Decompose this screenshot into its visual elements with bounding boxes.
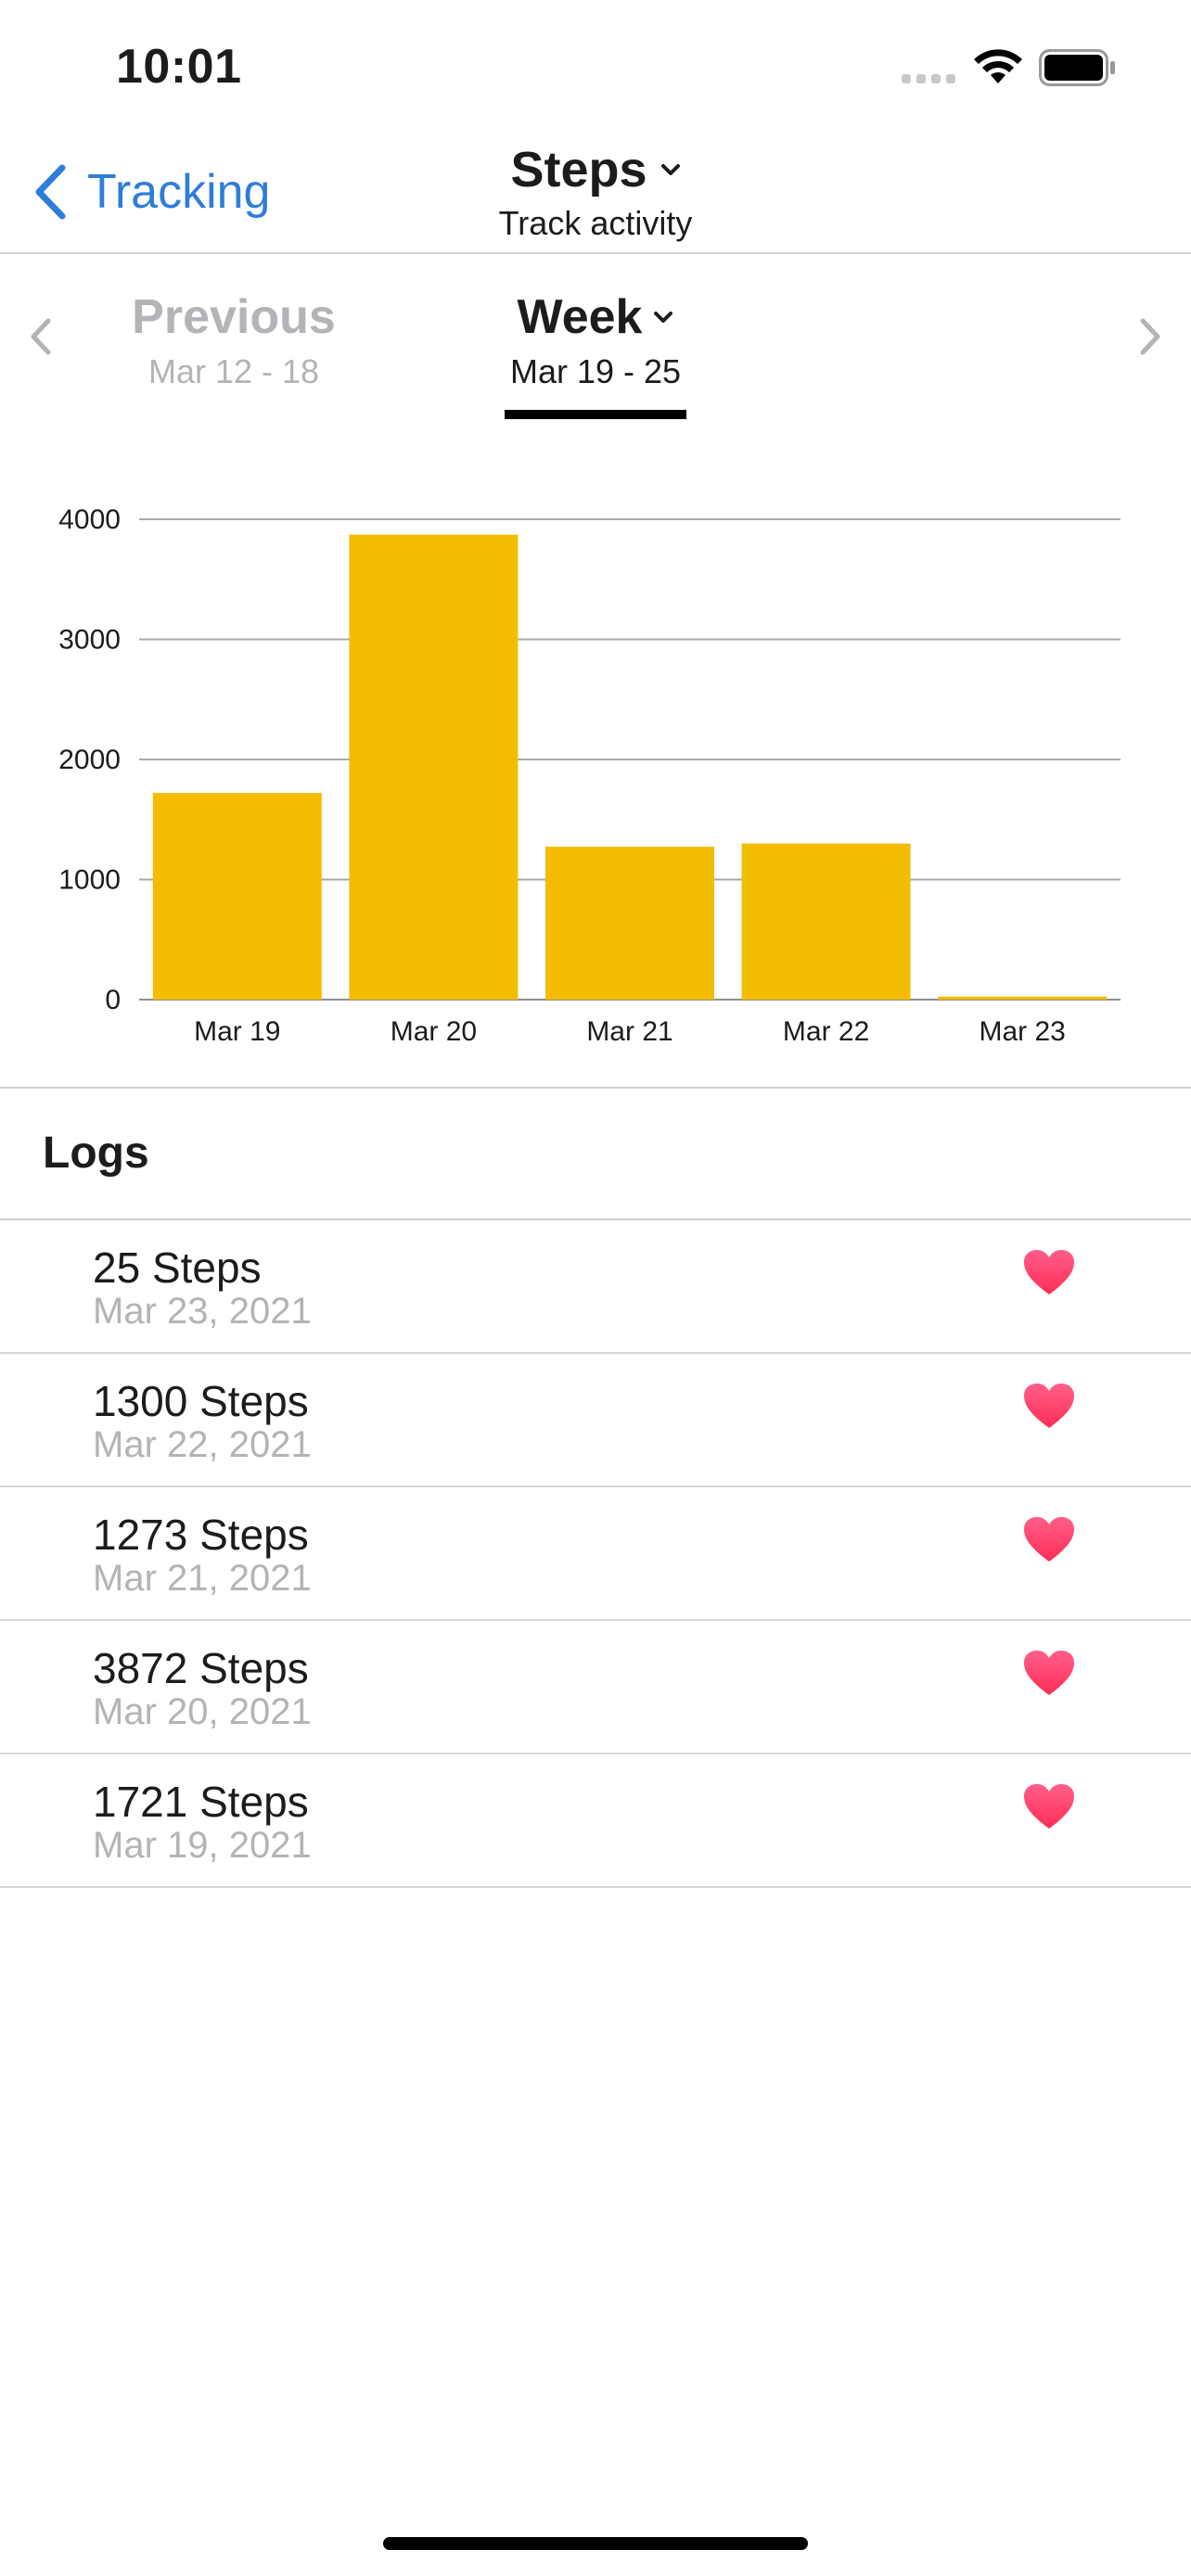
heart-icon — [1024, 1651, 1074, 1695]
y-tick-label: 4000 — [58, 504, 121, 535]
log-list: 25 Steps Mar 23, 2021 1300 Steps Mar 22,… — [0, 1220, 1191, 1888]
log-date: Mar 19, 2021 — [93, 1825, 312, 1866]
log-item[interactable]: 1300 Steps Mar 22, 2021 — [0, 1354, 1191, 1487]
previous-period-label: Previous — [132, 290, 336, 344]
bar — [938, 996, 1108, 1000]
log-item[interactable]: 1273 Steps Mar 21, 2021 — [0, 1487, 1191, 1621]
x-tick-label: Mar 21 — [586, 1016, 672, 1047]
log-date: Mar 23, 2021 — [93, 1291, 312, 1332]
nav-divider — [0, 252, 1191, 254]
steps-bar-chart: 0 1000 2000 3000 4000 Mar 19 Mar 20 Mar 21 Mar 2… — [58, 504, 1121, 1047]
heart-icon — [1024, 1784, 1074, 1829]
logs-header: Logs — [43, 1129, 149, 1178]
current-period-label: Week — [517, 290, 643, 344]
heart-icon — [1024, 1384, 1074, 1428]
x-tick-label: Mar 20 — [391, 1016, 477, 1047]
y-tick-label: 0 — [105, 985, 121, 1015]
log-date: Mar 21, 2021 — [93, 1558, 312, 1599]
heart-icon — [1024, 1517, 1074, 1562]
bar — [349, 534, 519, 1000]
wifi-icon — [974, 49, 1022, 83]
page-subtitle: Track activity — [498, 204, 693, 242]
left-arrow-icon[interactable] — [28, 317, 54, 356]
log-steps: 1273 Steps — [93, 1511, 309, 1559]
current-period-tab[interactable]: Week Mar 19 - 25 — [447, 289, 744, 391]
log-item[interactable]: 25 Steps Mar 23, 2021 — [0, 1220, 1191, 1354]
bar — [545, 847, 714, 1000]
x-tick-label: Mar 22 — [783, 1016, 869, 1047]
right-arrow-icon[interactable] — [1137, 317, 1163, 356]
x-tick-label: Mar 23 — [980, 1016, 1066, 1047]
current-period-underline — [505, 410, 686, 419]
heart-icon — [1024, 1250, 1074, 1294]
log-date: Mar 20, 2021 — [93, 1691, 312, 1732]
dropdown-chevron-icon — [660, 164, 680, 175]
y-tick-label: 1000 — [58, 865, 121, 896]
log-steps: 25 Steps — [93, 1243, 262, 1292]
y-tick-label: 2000 — [58, 745, 121, 775]
chart-divider — [0, 1087, 1191, 1089]
x-tick-label: Mar 19 — [194, 1016, 280, 1047]
home-indicator[interactable] — [383, 2537, 808, 2550]
previous-period-range: Mar 12 - 18 — [147, 352, 320, 390]
log-item[interactable]: 3872 Steps Mar 20, 2021 — [0, 1621, 1191, 1754]
current-period-range: Mar 19 - 25 — [509, 352, 682, 390]
status-time: 10:01 — [116, 40, 242, 94]
log-steps: 1721 Steps — [93, 1778, 309, 1826]
nav-title-block[interactable]: Steps Track activity — [0, 141, 1191, 243]
bar — [741, 843, 911, 1000]
log-item[interactable]: 1721 Steps Mar 19, 2021 — [0, 1754, 1191, 1888]
bar — [152, 793, 322, 1000]
dropdown-chevron-icon — [654, 312, 673, 323]
log-steps: 3872 Steps — [93, 1644, 309, 1692]
log-date: Mar 22, 2021 — [93, 1424, 312, 1465]
page-title: Steps — [510, 142, 647, 198]
battery-icon — [1039, 49, 1115, 86]
y-tick-label: 3000 — [58, 625, 121, 656]
signal-icon — [902, 74, 955, 83]
log-steps: 1300 Steps — [93, 1377, 309, 1425]
previous-period-tab[interactable]: Previous Mar 12 - 18 — [85, 289, 382, 391]
